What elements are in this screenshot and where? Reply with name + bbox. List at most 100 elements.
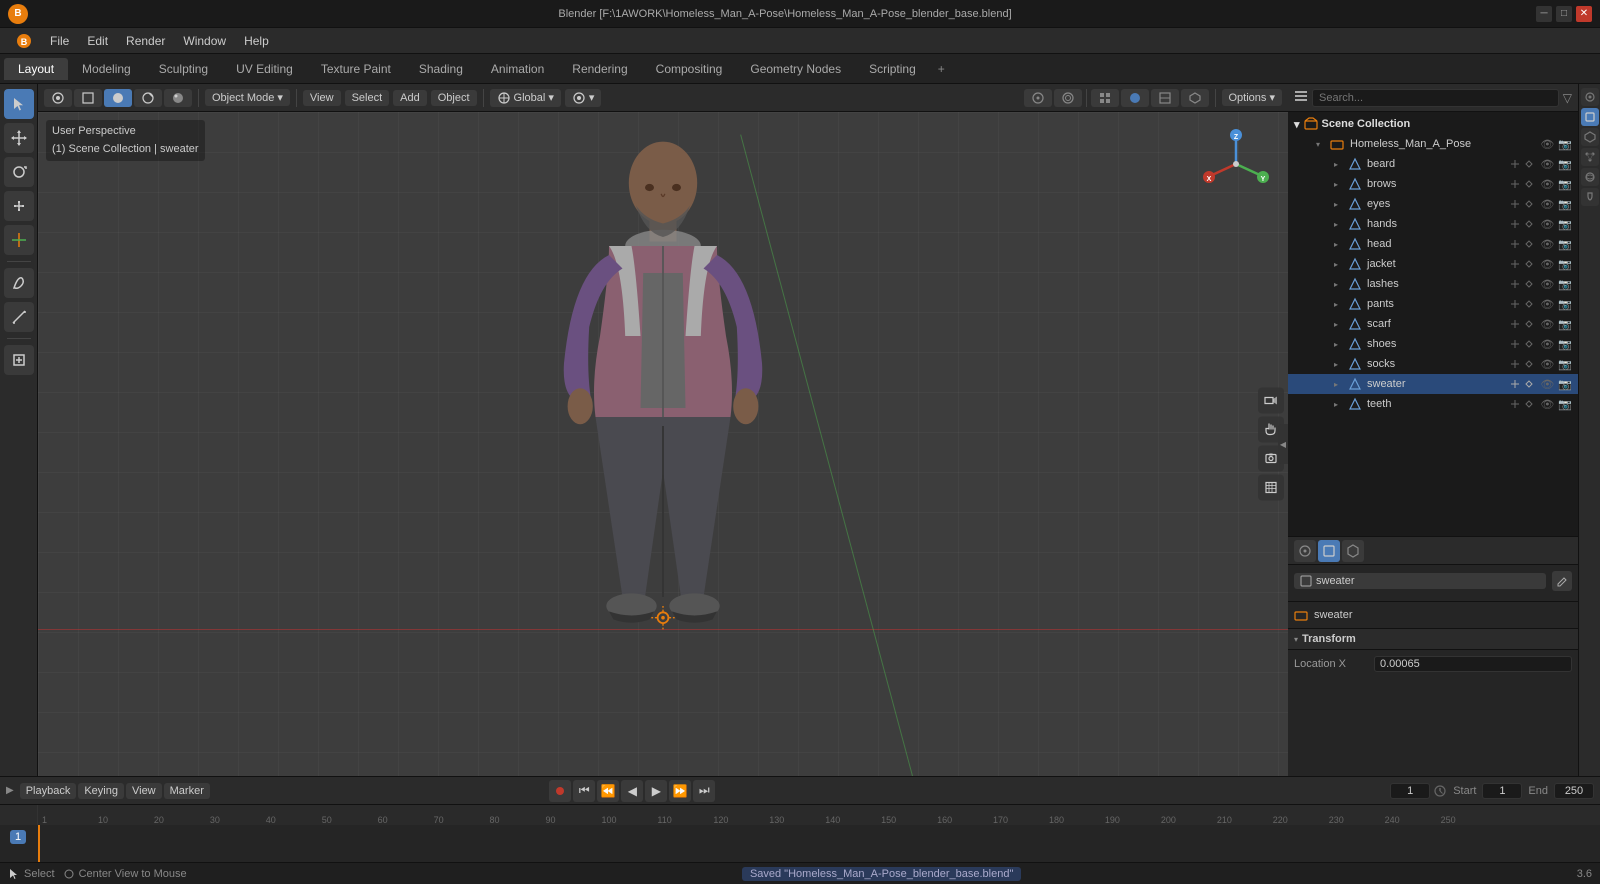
beard-render[interactable]: 📷 xyxy=(1558,158,1572,171)
maximize-button[interactable]: □ xyxy=(1556,6,1572,22)
jump-start-button[interactable]: ⏮ xyxy=(573,780,595,802)
rps-constraints[interactable] xyxy=(1581,188,1599,206)
scarf-visibility[interactable]: 👁 xyxy=(1540,318,1554,331)
tl-marker[interactable]: Marker xyxy=(164,783,210,799)
outliner-item-teeth[interactable]: ▸ teeth 👁 📷 xyxy=(1288,394,1578,414)
add-menu[interactable]: Add xyxy=(393,90,427,106)
record-button[interactable] xyxy=(549,780,571,802)
tool-rotate[interactable] xyxy=(4,157,34,187)
jacket-render[interactable]: 📷 xyxy=(1558,258,1572,271)
shading-rendered[interactable] xyxy=(164,89,192,107)
scene-collection-header[interactable]: ▾ Scene Collection xyxy=(1288,114,1578,134)
object-mode-dropdown[interactable]: Object Mode ▾ xyxy=(205,89,290,106)
tool-add-cube[interactable] xyxy=(4,345,34,375)
outliner-filter[interactable]: ▽ xyxy=(1563,91,1572,105)
tab-rendering[interactable]: Rendering xyxy=(558,58,641,80)
outliner-view-icon[interactable] xyxy=(1294,89,1308,106)
outliner-item-sweater[interactable]: ▸ sweater 👁 📷 xyxy=(1288,374,1578,394)
shading-material[interactable] xyxy=(134,89,162,107)
scarf-render[interactable]: 📷 xyxy=(1558,318,1572,331)
menu-help[interactable]: Help xyxy=(236,32,277,50)
head-render[interactable]: 📷 xyxy=(1558,238,1572,251)
pants-visibility[interactable]: 👁 xyxy=(1540,298,1554,311)
frame-end-input[interactable]: 250 xyxy=(1554,783,1594,799)
menu-window[interactable]: Window xyxy=(175,32,234,50)
current-frame-input[interactable]: 1 xyxy=(1390,783,1430,799)
brows-render[interactable]: 📷 xyxy=(1558,178,1572,191)
beard-visibility[interactable]: 👁 xyxy=(1540,158,1554,171)
menu-file[interactable]: File xyxy=(42,32,77,50)
menu-blender[interactable]: B xyxy=(8,31,40,51)
close-button[interactable]: ✕ xyxy=(1576,6,1592,22)
location-x-value[interactable]: 0.00065 xyxy=(1374,656,1572,672)
options-dropdown[interactable]: Options ▾ xyxy=(1222,89,1283,106)
shoes-visibility[interactable]: 👁 xyxy=(1540,338,1554,351)
viewport-display-2[interactable] xyxy=(1121,89,1149,107)
rps-render[interactable] xyxy=(1581,88,1599,106)
collection-visibility[interactable]: 👁 xyxy=(1540,138,1554,151)
socks-render[interactable]: 📷 xyxy=(1558,358,1572,371)
object-name-field[interactable]: sweater xyxy=(1294,573,1546,589)
transform-global[interactable]: Global ▾ xyxy=(490,89,561,107)
viewport-canvas[interactable]: User Perspective (1) Scene Collection | … xyxy=(38,112,1288,776)
outliner-search[interactable] xyxy=(1312,89,1559,107)
tab-animation[interactable]: Animation xyxy=(477,58,558,80)
outliner-item-head[interactable]: ▸ head 👁 📷 xyxy=(1288,234,1578,254)
teeth-render[interactable]: 📷 xyxy=(1558,398,1572,411)
transform-header[interactable]: ▾ Transform xyxy=(1288,629,1578,650)
viewport-display-1[interactable] xyxy=(1091,89,1119,107)
tl-expand[interactable]: ▶ xyxy=(6,785,14,796)
eyes-visibility[interactable]: 👁 xyxy=(1540,198,1554,211)
viewport-display-3[interactable] xyxy=(1151,89,1179,107)
outliner-item-hands[interactable]: ▸ hands 👁 📷 xyxy=(1288,214,1578,234)
object-name-edit[interactable] xyxy=(1552,571,1572,591)
outliner-collection-root[interactable]: ▾ Homeless_Man_A_Pose 👁 📷 xyxy=(1288,134,1578,154)
tab-compositing[interactable]: Compositing xyxy=(642,58,737,80)
step-back-button[interactable]: ⏪ xyxy=(597,780,619,802)
outliner-item-socks[interactable]: ▸ socks 👁 📷 xyxy=(1288,354,1578,374)
tab-layout[interactable]: Layout xyxy=(4,58,68,80)
viewport-overlay-toggle[interactable] xyxy=(44,89,72,107)
prop-icon-modifier[interactable] xyxy=(1342,540,1364,562)
tl-view[interactable]: View xyxy=(126,783,162,799)
select-menu[interactable]: Select xyxy=(345,90,390,106)
shading-wireframe[interactable] xyxy=(74,89,102,107)
menu-edit[interactable]: Edit xyxy=(79,32,116,50)
teeth-visibility[interactable]: 👁 xyxy=(1540,398,1554,411)
menu-render[interactable]: Render xyxy=(118,32,173,50)
vp-grid-icon[interactable] xyxy=(1258,475,1284,501)
tool-annotate[interactable] xyxy=(4,268,34,298)
prop-icon-object[interactable] xyxy=(1318,540,1340,562)
tab-uv-editing[interactable]: UV Editing xyxy=(222,58,307,80)
lashes-visibility[interactable]: 👁 xyxy=(1540,278,1554,291)
outliner-item-beard[interactable]: ▸ beard 👁 📷 xyxy=(1288,154,1578,174)
tool-transform[interactable] xyxy=(4,225,34,255)
hands-render[interactable]: 📷 xyxy=(1558,218,1572,231)
frame-start-input[interactable]: 1 xyxy=(1482,783,1522,799)
outliner-item-shoes[interactable]: ▸ shoes 👁 📷 xyxy=(1288,334,1578,354)
jump-end-button[interactable]: ⏭ xyxy=(693,780,715,802)
axis-gizmo[interactable]: Z Y X xyxy=(1196,124,1276,204)
tab-scripting[interactable]: Scripting xyxy=(855,58,930,80)
tab-sculpting[interactable]: Sculpting xyxy=(145,58,222,80)
play-button[interactable]: ▶ xyxy=(645,780,667,802)
brows-visibility[interactable]: 👁 xyxy=(1540,178,1554,191)
proportional-edit[interactable] xyxy=(1054,89,1082,107)
minimize-button[interactable]: ─ xyxy=(1536,6,1552,22)
rps-physics[interactable] xyxy=(1581,168,1599,186)
rps-object[interactable] xyxy=(1581,108,1599,126)
tool-select[interactable] xyxy=(4,89,34,119)
outliner-item-jacket[interactable]: ▸ jacket 👁 📷 xyxy=(1288,254,1578,274)
tab-modeling[interactable]: Modeling xyxy=(68,58,145,80)
play-reverse-button[interactable]: ◀ xyxy=(621,780,643,802)
tl-playback[interactable]: Playback xyxy=(20,783,77,799)
lashes-render[interactable]: 📷 xyxy=(1558,278,1572,291)
vp-camera-view[interactable] xyxy=(1258,388,1284,414)
pants-render[interactable]: 📷 xyxy=(1558,298,1572,311)
tool-measure[interactable] xyxy=(4,302,34,332)
tl-keying[interactable]: Keying xyxy=(78,783,124,799)
outliner-item-pants[interactable]: ▸ pants 👁 📷 xyxy=(1288,294,1578,314)
sweater-render[interactable]: 📷 xyxy=(1558,378,1572,391)
view-menu[interactable]: View xyxy=(303,90,341,106)
rps-particles[interactable] xyxy=(1581,148,1599,166)
